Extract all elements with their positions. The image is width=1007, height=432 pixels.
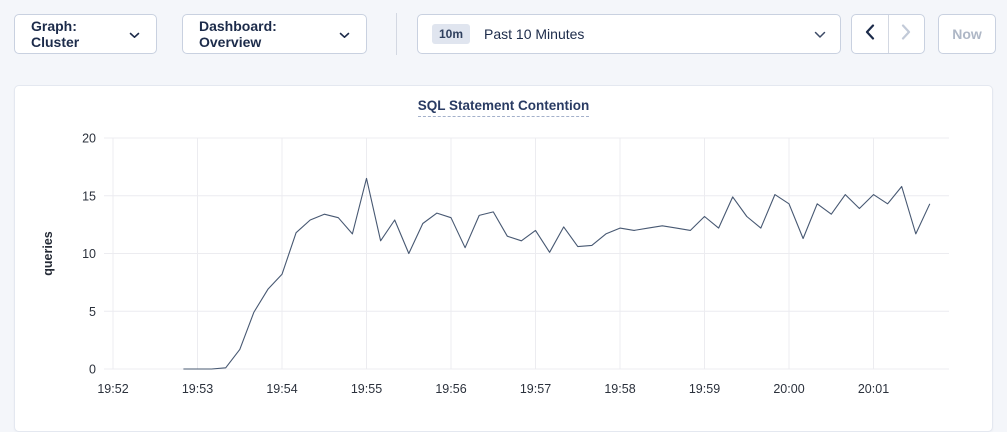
sql-statement-contention-chart[interactable]: 0510152019:5219:5319:5419:5519:5619:5719… xyxy=(15,86,992,432)
svg-text:0: 0 xyxy=(89,363,96,377)
svg-text:5: 5 xyxy=(89,305,96,319)
svg-text:19:55: 19:55 xyxy=(351,382,382,396)
svg-text:19:53: 19:53 xyxy=(182,382,213,396)
chart-gridlines xyxy=(104,138,949,369)
chevron-right-icon xyxy=(901,24,911,45)
svg-text:15: 15 xyxy=(82,189,96,203)
series-line-queries xyxy=(183,178,929,369)
svg-text:19:52: 19:52 xyxy=(97,382,128,396)
svg-text:10: 10 xyxy=(82,247,96,261)
svg-text:19:58: 19:58 xyxy=(604,382,635,396)
svg-text:20:00: 20:00 xyxy=(773,382,804,396)
graph-scope-dropdown[interactable]: Graph: Cluster xyxy=(14,14,157,54)
time-shift-button-group xyxy=(851,14,925,54)
svg-text:19:54: 19:54 xyxy=(266,382,297,396)
graph-scope-dropdown-label: Graph: Cluster xyxy=(31,18,119,50)
time-range-dropdown[interactable]: 10m Past 10 Minutes xyxy=(417,14,841,54)
toolbar-divider xyxy=(396,13,397,55)
svg-text:19:57: 19:57 xyxy=(520,382,551,396)
chevron-down-icon xyxy=(129,26,140,42)
x-axis-tick-labels: 19:52 19:53 19:54 19:55 19:56 19:57 19:58 19:59… xyxy=(97,382,889,396)
time-range-label: Past 10 Minutes xyxy=(484,26,800,42)
svg-text:20: 20 xyxy=(82,132,96,146)
shift-time-forward-button[interactable] xyxy=(888,15,925,53)
chevron-down-icon xyxy=(339,26,350,42)
dashboard-dropdown[interactable]: Dashboard: Overview xyxy=(182,14,367,54)
svg-text:19:56: 19:56 xyxy=(435,382,466,396)
dashboard-dropdown-label: Dashboard: Overview xyxy=(199,18,329,50)
now-button[interactable]: Now xyxy=(938,14,996,54)
svg-text:20:01: 20:01 xyxy=(858,382,889,396)
chart-title-text[interactable]: SQL Statement Contention xyxy=(418,98,590,117)
chevron-left-icon xyxy=(865,24,875,45)
chevron-down-icon xyxy=(814,26,826,42)
y-axis-label: queries xyxy=(41,231,55,276)
chart-title: SQL Statement Contention xyxy=(15,97,992,115)
metrics-toolbar: Graph: Cluster Dashboard: Overview 10m P… xyxy=(0,0,1007,54)
svg-text:19:59: 19:59 xyxy=(689,382,720,396)
y-axis-tick-labels: 0 5 10 15 20 xyxy=(82,132,96,377)
time-range-badge: 10m xyxy=(432,24,470,44)
shift-time-back-button[interactable] xyxy=(852,15,888,53)
chart-card: SQL Statement Contention 0510152019:5219… xyxy=(14,85,993,432)
